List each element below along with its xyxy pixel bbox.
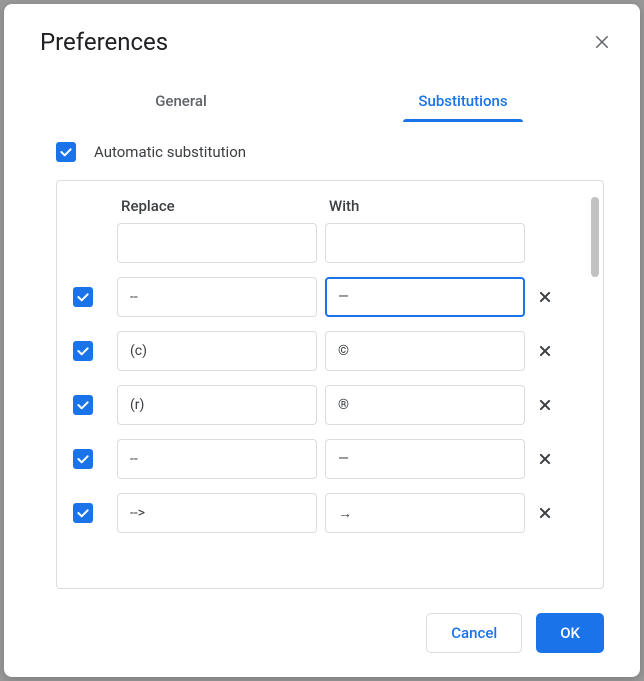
- delete-row-button[interactable]: [533, 339, 557, 363]
- replace-input[interactable]: [117, 439, 317, 479]
- table-row: [73, 385, 587, 425]
- with-input[interactable]: [325, 331, 525, 371]
- replace-input[interactable]: [117, 493, 317, 533]
- ok-button[interactable]: OK: [536, 613, 604, 653]
- auto-substitution-label: Automatic substitution: [94, 143, 246, 161]
- dialog-header: Preferences: [4, 28, 640, 68]
- checkmark-icon: [58, 144, 74, 160]
- replace-input[interactable]: [117, 277, 317, 317]
- tab-substitutions[interactable]: Substitutions: [322, 80, 604, 122]
- checkmark-icon: [75, 397, 91, 413]
- with-input[interactable]: [325, 223, 525, 263]
- row-checkbox[interactable]: [73, 287, 93, 307]
- table-row: [73, 331, 587, 371]
- dialog-footer: Cancel OK: [4, 589, 640, 653]
- close-button[interactable]: [588, 28, 616, 56]
- table-row: [73, 493, 587, 533]
- close-icon: [538, 344, 552, 358]
- table-row: [73, 439, 587, 479]
- auto-substitution-checkbox[interactable]: [56, 142, 76, 162]
- with-input[interactable]: [325, 385, 525, 425]
- replace-input[interactable]: [117, 223, 317, 263]
- table-row: [73, 277, 587, 317]
- cancel-button[interactable]: Cancel: [426, 613, 522, 653]
- table-header-row: Replace With: [73, 197, 587, 215]
- replace-input[interactable]: [117, 331, 317, 371]
- replace-input[interactable]: [117, 385, 317, 425]
- substitutions-table: Replace With: [56, 180, 604, 589]
- checkmark-icon: [75, 451, 91, 467]
- row-checkbox[interactable]: [73, 341, 93, 361]
- delete-row-button[interactable]: [533, 393, 557, 417]
- with-header: With: [325, 197, 525, 215]
- auto-substitution-row: Automatic substitution: [56, 142, 604, 162]
- delete-row-button[interactable]: [533, 285, 557, 309]
- table-row: [73, 223, 587, 263]
- row-checkbox[interactable]: [73, 449, 93, 469]
- close-icon: [538, 506, 552, 520]
- close-icon: [538, 452, 552, 466]
- close-icon: [538, 290, 552, 304]
- row-checkbox: [73, 233, 93, 253]
- checkmark-icon: [75, 505, 91, 521]
- delete-row-button[interactable]: [533, 501, 557, 525]
- checkmark-icon: [75, 289, 91, 305]
- close-icon: [538, 398, 552, 412]
- with-input[interactable]: [325, 277, 525, 317]
- row-checkbox[interactable]: [73, 395, 93, 415]
- row-checkbox[interactable]: [73, 503, 93, 523]
- tab-bar: General Substitutions: [4, 80, 640, 122]
- replace-header: Replace: [117, 197, 317, 215]
- close-icon: [593, 33, 611, 51]
- preferences-dialog: Preferences General Substitutions Automa…: [4, 4, 640, 677]
- dialog-title: Preferences: [40, 28, 168, 56]
- with-input[interactable]: [325, 439, 525, 479]
- delete-row-button[interactable]: [533, 447, 557, 471]
- checkmark-icon: [75, 343, 91, 359]
- scrollbar-thumb[interactable]: [591, 197, 599, 277]
- with-input[interactable]: [325, 493, 525, 533]
- tab-general[interactable]: General: [40, 80, 322, 122]
- dialog-content: Automatic substitution Replace With: [4, 122, 640, 589]
- table-scroll-area: Replace With: [73, 197, 587, 572]
